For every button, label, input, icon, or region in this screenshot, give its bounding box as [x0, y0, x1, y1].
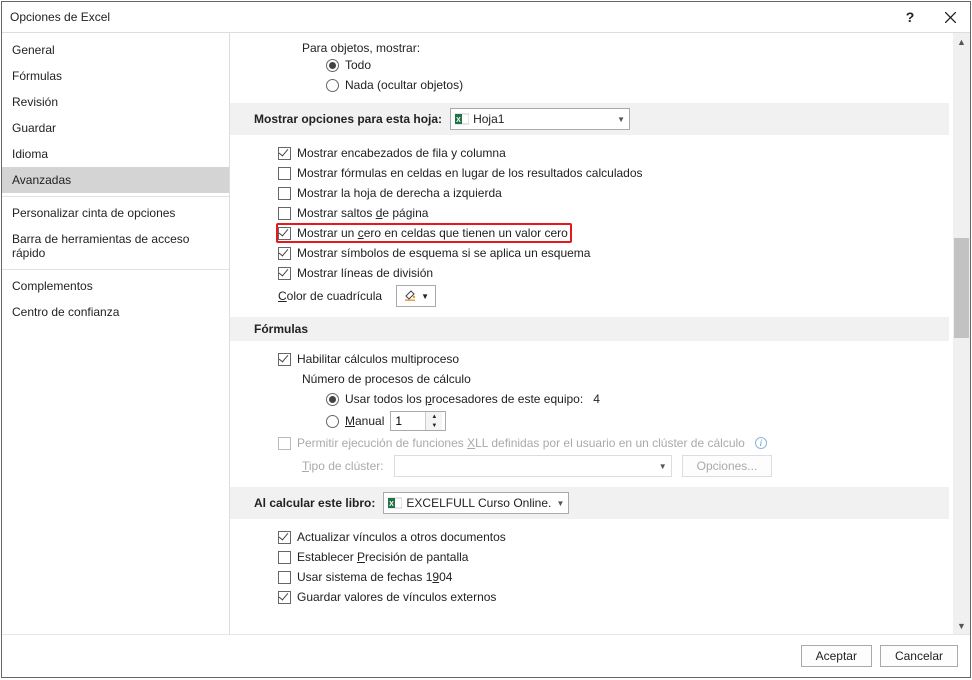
checkbox-gridlines[interactable]: Mostrar líneas de división [254, 263, 949, 283]
gridline-color-label: Color de cuadrícula [278, 289, 382, 303]
section-formulas: Fórmulas [230, 317, 949, 341]
sidebar-item-proofing[interactable]: Revisión [2, 89, 229, 115]
vertical-scrollbar[interactable]: ▲ ▼ [953, 33, 970, 634]
sidebar-item-general[interactable]: General [2, 37, 229, 63]
checkbox-page-breaks[interactable]: Mostrar saltos de página [254, 203, 949, 223]
workbook-combo[interactable]: X EXCELFULL Curso Online.... ▼ [383, 492, 569, 514]
help-button[interactable]: ? [890, 2, 930, 32]
section-calc-workbook: Al calcular este libro: X EXCELFULL Curs… [230, 487, 949, 519]
sidebar-item-customize-ribbon[interactable]: Personalizar cinta de opciones [2, 200, 229, 226]
radio-label: Todo [345, 58, 371, 72]
checkbox-show-zeros[interactable]: Mostrar un cero en celdas que tienen un … [276, 223, 572, 243]
checkbox-icon [278, 207, 291, 220]
checkbox-row-col-headers[interactable]: Mostrar encabezados de fila y columna [254, 143, 949, 163]
close-button[interactable] [930, 2, 970, 32]
workbook-icon: X [388, 496, 402, 510]
ok-button[interactable]: Aceptar [801, 645, 872, 667]
cancel-button[interactable]: Cancelar [880, 645, 958, 667]
threads-label: Número de procesos de cálculo [254, 369, 949, 389]
checkbox-icon [278, 247, 291, 260]
checkbox-rtl-sheet[interactable]: Mostrar la hoja de derecha a izquierda [254, 183, 949, 203]
radio-use-all-processors[interactable]: Usar todos los procesadores de este equi… [254, 389, 949, 409]
checkbox-icon [278, 167, 291, 180]
checkbox-icon [278, 437, 291, 450]
checkbox-multithread[interactable]: Habilitar cálculos multiproceso [254, 349, 949, 369]
window-title: Opciones de Excel [10, 10, 890, 24]
sheet-icon: X [455, 112, 469, 126]
checkbox-icon [278, 187, 291, 200]
checkbox-icon [278, 227, 291, 240]
paint-bucket-icon [403, 288, 417, 305]
checkbox-icon [278, 267, 291, 280]
cluster-combo: ▼ [394, 455, 672, 477]
manual-count-spinner[interactable]: ▲▼ [390, 411, 446, 431]
checkbox-precision-displayed[interactable]: Establecer Precisión de pantalla [254, 547, 949, 567]
checkbox-icon [278, 591, 291, 604]
radio-icon [326, 59, 339, 72]
radio-icon [326, 79, 339, 92]
scroll-thumb[interactable] [954, 238, 969, 338]
gridline-color-button[interactable]: ▼ [396, 285, 436, 307]
chevron-down-icon: ▼ [659, 462, 667, 471]
titlebar: Opciones de Excel ? [2, 2, 970, 32]
options-panel: Para objetos, mostrar: Todo Nada (oculta… [230, 33, 953, 634]
sidebar-item-addins[interactable]: Complementos [2, 273, 229, 299]
checkbox-xll-cluster: Permitir ejecución de funciones XLL defi… [254, 433, 949, 453]
sidebar-item-quick-access[interactable]: Barra de herramientas de acceso rápido [2, 226, 229, 266]
svg-text:X: X [390, 501, 395, 508]
checkbox-show-formulas[interactable]: Mostrar fórmulas en celdas en lugar de l… [254, 163, 949, 183]
radio-label: Nada (ocultar objetos) [345, 78, 463, 92]
radio-icon [326, 393, 339, 406]
chevron-down-icon: ▼ [617, 115, 625, 124]
scroll-track[interactable] [953, 50, 970, 617]
sidebar-item-advanced[interactable]: Avanzadas [2, 167, 229, 193]
radio-icon [326, 415, 339, 428]
gridline-color-row: Color de cuadrícula ▼ [254, 283, 949, 309]
checkbox-save-external-links[interactable]: Guardar valores de vínculos externos [254, 587, 949, 607]
sidebar-item-language[interactable]: Idioma [2, 141, 229, 167]
manual-count-input[interactable] [391, 414, 425, 428]
scroll-down-arrow[interactable]: ▼ [953, 617, 970, 634]
sidebar-item-save[interactable]: Guardar [2, 115, 229, 141]
checkbox-update-links[interactable]: Actualizar vínculos a otros documentos [254, 527, 949, 547]
checkbox-icon [278, 353, 291, 366]
spin-down[interactable]: ▼ [426, 421, 442, 430]
radio-manual-processors[interactable]: Manual ▲▼ [254, 409, 949, 433]
sheet-combo[interactable]: X Hoja1 ▼ [450, 108, 630, 130]
separator [2, 269, 229, 270]
sidebar: General Fórmulas Revisión Guardar Idioma… [2, 33, 230, 634]
sidebar-item-trust-center[interactable]: Centro de confianza [2, 299, 229, 325]
chevron-down-icon: ▼ [556, 499, 564, 508]
footer: Aceptar Cancelar [2, 634, 970, 677]
cluster-type-row: Tipo de clúster: ▼ Opciones... [254, 453, 949, 479]
checkbox-icon [278, 551, 291, 564]
checkbox-outline-symbols[interactable]: Mostrar símbolos de esquema si se aplica… [254, 243, 949, 263]
section-sheet-options: Mostrar opciones para esta hoja: X Hoja1… [230, 103, 949, 135]
sidebar-item-formulas[interactable]: Fórmulas [2, 63, 229, 89]
chevron-down-icon: ▼ [421, 292, 429, 301]
radio-hide-objects[interactable]: Nada (ocultar objetos) [254, 75, 949, 95]
objects-label: Para objetos, mostrar: [254, 41, 949, 55]
svg-text:X: X [456, 117, 461, 124]
radio-show-all[interactable]: Todo [254, 55, 949, 75]
spin-up[interactable]: ▲ [426, 412, 442, 421]
checkbox-date-1904[interactable]: Usar sistema de fechas 1904 [254, 567, 949, 587]
separator [2, 196, 229, 197]
info-icon[interactable]: i [755, 437, 767, 449]
checkbox-icon [278, 571, 291, 584]
scroll-up-arrow[interactable]: ▲ [953, 33, 970, 50]
cluster-options-button: Opciones... [682, 455, 773, 477]
checkbox-icon [278, 531, 291, 544]
checkbox-icon [278, 147, 291, 160]
